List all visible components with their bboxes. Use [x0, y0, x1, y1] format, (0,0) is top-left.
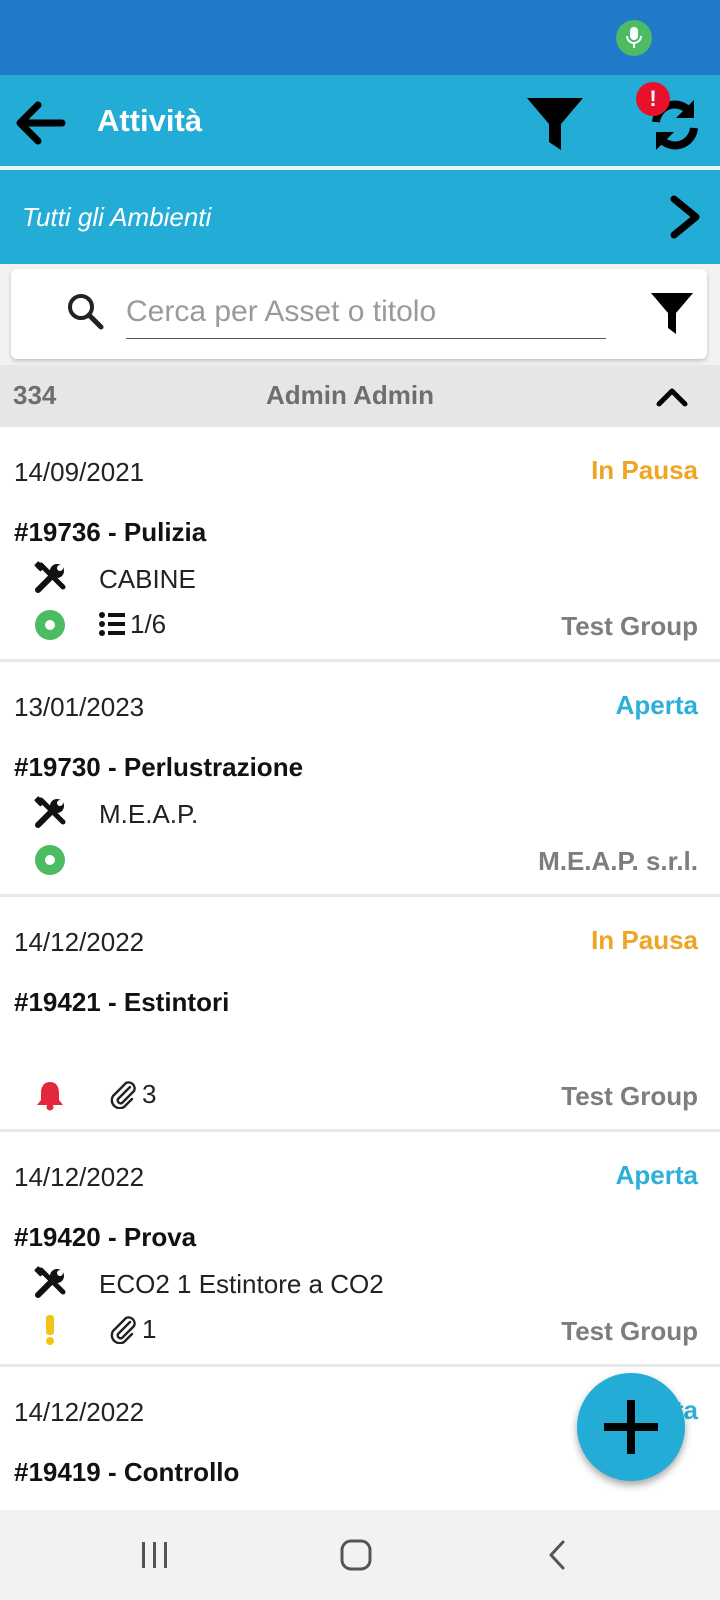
arrow-left-icon	[16, 101, 66, 145]
bell-icon	[34, 1079, 66, 1111]
checklist-progress: 1/6	[130, 608, 167, 639]
green-circle-icon	[34, 844, 66, 876]
task-title: #19420 - Prova	[14, 1222, 197, 1252]
app-bar: Attività	[0, 75, 720, 168]
home-icon	[340, 1539, 372, 1571]
search-filter-button[interactable]	[645, 287, 699, 341]
recent-apps-icon	[142, 1542, 167, 1568]
chevron-up-icon[interactable]	[650, 375, 694, 419]
paperclip-icon	[110, 1081, 136, 1109]
task-item[interactable]: 14/09/2021 In Pausa #19736 - Pulizia CAB…	[0, 427, 720, 662]
task-date: 13/01/2023	[14, 692, 145, 722]
task-asset: CABINE	[99, 564, 196, 594]
home-button[interactable]	[326, 1530, 386, 1580]
task-title: #19419 - Controllo	[14, 1457, 240, 1487]
task-date: 14/12/2022	[14, 1397, 145, 1427]
task-item[interactable]: 13/01/2023 Aperta #19730 - Perlustrazion…	[0, 662, 720, 897]
search-icon	[68, 294, 104, 330]
search-input[interactable]	[126, 285, 606, 339]
group-name: Admin Admin	[265, 380, 435, 410]
tools-icon	[34, 796, 66, 828]
task-item[interactable]: 14/12/2022 In Pausa #19421 - Estintori 3…	[0, 897, 720, 1132]
exclamation-icon	[34, 1314, 66, 1346]
green-circle-icon	[34, 609, 66, 641]
plus-icon	[604, 1400, 658, 1454]
add-task-button[interactable]	[577, 1373, 685, 1481]
status-bar	[0, 0, 720, 75]
task-date: 14/12/2022	[14, 1162, 145, 1192]
back-button[interactable]	[10, 93, 70, 153]
task-status: Aperta	[615, 1160, 698, 1190]
task-asset: M.E.A.P.	[99, 799, 199, 829]
task-item[interactable]: 14/12/2022 Aperta #19420 - Prova ECO2 1 …	[0, 1132, 720, 1367]
system-nav-bar	[0, 1510, 720, 1600]
paperclip-icon	[110, 1316, 136, 1344]
chevron-right-icon	[660, 192, 710, 242]
task-list: 14/09/2021 In Pausa #19736 - Pulizia CAB…	[0, 427, 720, 1510]
checklist-icon	[99, 612, 125, 636]
task-title: #19736 - Pulizia	[14, 517, 207, 547]
task-group: Test Group	[561, 611, 698, 641]
tools-icon	[34, 1266, 66, 1298]
task-status: In Pausa	[591, 455, 698, 485]
page-title: Attività	[97, 103, 203, 138]
task-group: Test Group	[561, 1081, 698, 1111]
attachment-count: 1	[142, 1313, 157, 1344]
task-group: Test Group	[561, 1316, 698, 1346]
search-bar	[11, 269, 707, 359]
task-date: 14/09/2021	[14, 457, 145, 487]
task-asset: ECO2 1 Estintore a CO2	[99, 1269, 384, 1299]
task-status: In Pausa	[591, 925, 698, 955]
microphone-indicator-icon	[616, 20, 652, 56]
task-status: Aperta	[615, 690, 698, 720]
task-date: 14/12/2022	[14, 927, 145, 957]
task-group: M.E.A.P. s.r.l.	[538, 846, 698, 876]
system-back-button[interactable]	[527, 1530, 587, 1580]
filter-icon	[527, 98, 583, 150]
attachment-count: 3	[142, 1078, 157, 1109]
filter-icon	[651, 293, 693, 334]
tools-icon	[34, 561, 66, 593]
chevron-left-icon	[549, 1540, 565, 1570]
filter-button[interactable]	[520, 90, 590, 160]
alert-badge: !	[636, 82, 670, 116]
environment-selector[interactable]: Tutti gli Ambienti	[0, 170, 720, 264]
group-header[interactable]: 334 Admin Admin	[0, 365, 720, 427]
environment-label: Tutti gli Ambienti	[22, 202, 212, 232]
task-title: #19421 - Estintori	[14, 987, 230, 1017]
task-title: #19730 - Perlustrazione	[14, 752, 304, 782]
recent-apps-button[interactable]	[125, 1530, 185, 1580]
